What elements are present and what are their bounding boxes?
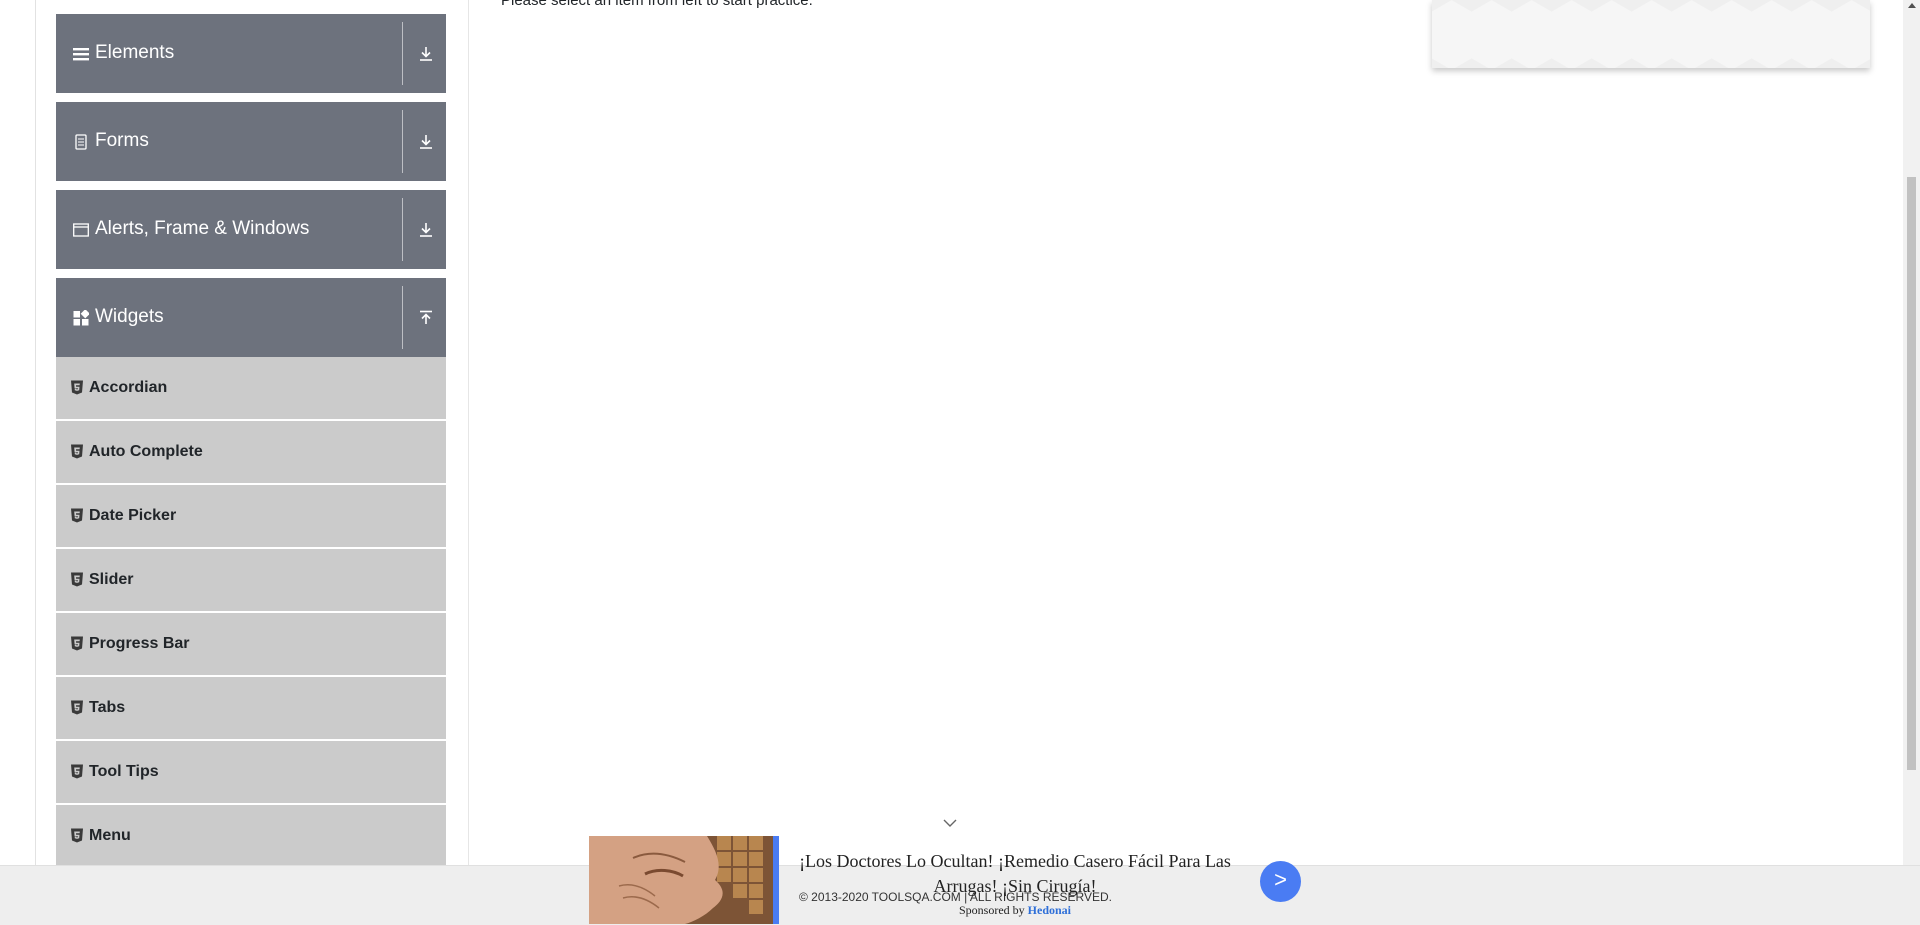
vertical-scrollbar[interactable] [1903,0,1920,865]
download-icon[interactable] [417,45,435,63]
group-title-forms: Forms [95,130,149,151]
menu-item-progress-bar[interactable]: Progress Bar [56,613,446,677]
menu-item-label: Auto Complete [89,443,203,460]
practice-message: Please select an item from left to start… [501,0,813,9]
group-forms[interactable]: Forms [56,102,446,181]
menu-item-label: Progress Bar [89,635,190,652]
group-widgets[interactable]: Widgets [56,278,446,357]
ad-sponsor-line: Sponsored by Hedonai [959,903,1071,918]
group-divider [402,22,403,85]
html5-icon [71,444,83,459]
menu-item-label: Tool Tips [89,763,159,780]
group-divider [402,286,403,349]
html5-icon [71,380,83,395]
left-border [35,0,36,865]
html5-icon [71,700,83,715]
menu-item-label: Menu [89,827,131,844]
sponsor-link[interactable]: Hedonai [1028,903,1071,917]
group-elements[interactable]: Elements [56,14,446,93]
advertisement[interactable]: ¡Los Doctores Lo Ocultan! ¡Remedio Caser… [589,836,1301,924]
hamburger-icon [73,48,89,61]
group-alerts-frame-windows[interactable]: Alerts, Frame & Windows [56,190,446,269]
upload-icon[interactable] [417,309,435,327]
ad-image[interactable] [589,836,773,924]
menu-item-menu[interactable]: Menu [56,805,446,869]
html5-icon [71,636,83,651]
sponsored-by-label: Sponsored by [959,903,1025,917]
html5-icon [71,764,83,779]
group-title-widgets: Widgets [95,306,164,327]
ad-headline[interactable]: ¡Los Doctores Lo Ocultan! ¡Remedio Caser… [785,849,1245,899]
widgets-submenu: Accordian Auto Complete Date Picker Slid… [56,357,446,869]
menu-item-accordian[interactable]: Accordian [56,357,446,421]
scroll-up-arrow-icon[interactable] [1908,3,1916,8]
menu-item-label: Date Picker [89,507,177,524]
menu-item-slider[interactable]: Slider [56,549,446,613]
banner-image [1432,0,1870,68]
menu-item-date-picker[interactable]: Date Picker [56,485,446,549]
html5-icon [71,572,83,587]
scroll-thumb[interactable] [1907,177,1916,770]
group-title-alerts: Alerts, Frame & Windows [95,218,310,239]
group-divider [402,198,403,261]
menu-item-tool-tips[interactable]: Tool Tips [56,741,446,805]
form-icon [75,134,87,150]
widgets-icon [73,310,89,326]
menu-item-auto-complete[interactable]: Auto Complete [56,421,446,485]
chevron-down-icon[interactable] [943,818,957,828]
ad-next-button[interactable]: > [1260,861,1301,902]
ad-accent-bar [773,836,779,924]
menu-item-label: Tabs [89,699,126,716]
menu-item-label: Slider [89,571,134,588]
group-divider [402,110,403,173]
sidebar-divider [468,0,469,865]
html5-icon [71,508,83,523]
menu-item-label: Accordian [89,379,168,396]
menu-item-tabs[interactable]: Tabs [56,677,446,741]
window-icon [73,223,89,237]
group-title-elements: Elements [95,42,175,63]
left-sidebar: Elements Forms Alerts, Frame & Windows W… [56,14,446,869]
download-icon[interactable] [417,221,435,239]
html5-icon [71,828,83,843]
download-icon[interactable] [417,133,435,151]
